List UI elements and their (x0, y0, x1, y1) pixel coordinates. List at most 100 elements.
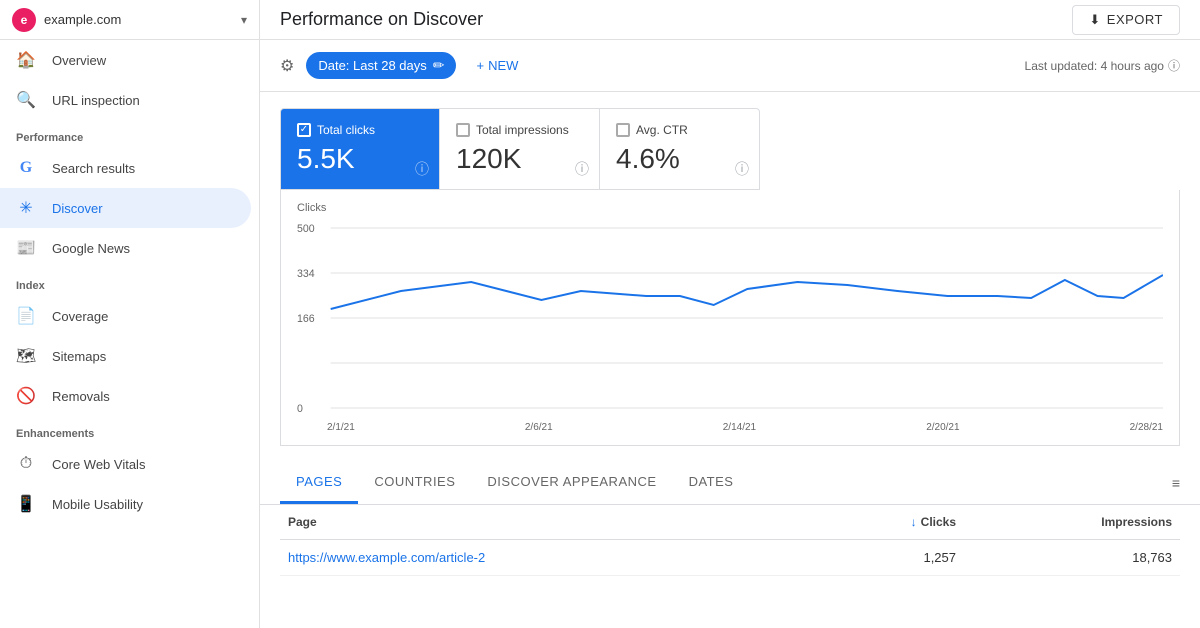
data-table: Page ↓Clicks Impressions https://www.exa… (280, 505, 1180, 576)
stat-value-ctr: 4.6% (616, 143, 743, 175)
sidebar-item-label: Discover (52, 201, 103, 216)
chart-x-labels: 2/1/21 2/6/21 2/14/21 2/20/21 2/28/21 (297, 422, 1163, 433)
stat-card-total-clicks[interactable]: Total clicks 5.5K ⓘ (280, 108, 440, 190)
column-header-clicks[interactable]: ↓Clicks (811, 505, 964, 540)
section-label-enhancements: Enhancements (0, 416, 259, 444)
sidebar-item-label: Core Web Vitals (52, 457, 145, 472)
table-header-row: Page ↓Clicks Impressions (280, 505, 1180, 540)
chart-container: 500 334 166 0 (297, 218, 1163, 418)
cell-page[interactable]: https://www.example.com/article-2 (280, 540, 811, 576)
stat-label: Total impressions (476, 123, 569, 137)
home-icon: 🏠 (16, 50, 36, 70)
section-label-index: Index (0, 268, 259, 296)
sidebar-item-label: Search results (52, 161, 135, 176)
filter-icon[interactable]: ⚙ (280, 56, 294, 76)
svg-text:500: 500 (297, 223, 315, 235)
sidebar-item-discover[interactable]: ✳ Discover (0, 188, 251, 228)
stat-help-icon-clicks[interactable]: ⓘ (415, 159, 429, 179)
stat-value-impressions: 120K (456, 143, 583, 175)
sidebar-item-search-results[interactable]: G Search results (0, 148, 251, 188)
table-body: https://www.example.com/article-2 1,257 … (280, 540, 1180, 576)
stat-checkbox-impressions[interactable] (456, 123, 470, 137)
column-header-impressions[interactable]: Impressions (964, 505, 1180, 540)
sidebar-item-overview[interactable]: 🏠 Overview (0, 40, 251, 80)
sidebar-item-label: Google News (52, 241, 130, 256)
section-label-performance: Performance (0, 120, 259, 148)
stat-value-clicks: 5.5K (297, 143, 423, 175)
export-icon: ⬇ (1089, 12, 1100, 28)
sitemaps-icon: 🗺 (16, 346, 36, 366)
site-name: example.com (44, 12, 241, 27)
sidebar-item-label: URL inspection (52, 93, 140, 108)
chart-y-label: Clicks (297, 202, 1163, 214)
filter-bar: ⚙ Date: Last 28 days ✏ + NEW Last update… (260, 40, 1200, 92)
svg-text:0: 0 (297, 403, 303, 415)
stat-checkbox-clicks[interactable] (297, 123, 311, 137)
chart-x-label: 2/1/21 (327, 422, 355, 433)
sidebar-item-label: Sitemaps (52, 349, 106, 364)
chart-x-label: 2/28/21 (1130, 422, 1163, 433)
new-filter-button[interactable]: + NEW (468, 54, 526, 77)
stats-row: Total clicks 5.5K ⓘ Total impressions 12… (260, 92, 1200, 190)
stat-help-icon-ctr[interactable]: ⓘ (735, 159, 749, 179)
google-icon: G (16, 158, 36, 178)
table-row: https://www.example.com/article-2 1,257 … (280, 540, 1180, 576)
sidebar-item-removals[interactable]: 🚫 Removals (0, 376, 251, 416)
chart-svg: 500 334 166 0 (297, 218, 1163, 418)
coverage-icon: 📄 (16, 306, 36, 326)
svg-text:166: 166 (297, 313, 315, 325)
sidebar-item-label: Overview (52, 53, 106, 68)
news-icon: 📰 (16, 238, 36, 258)
sidebar-item-sitemaps[interactable]: 🗺 Sitemaps (0, 336, 251, 376)
sidebar-item-google-news[interactable]: 📰 Google News (0, 228, 251, 268)
tab-discover-appearance[interactable]: DISCOVER APPEARANCE (471, 462, 672, 504)
sidebar-header[interactable]: e example.com ▾ (0, 0, 259, 40)
scroll-content: Total clicks 5.5K ⓘ Total impressions 12… (260, 92, 1200, 628)
main-content: Performance on Discover ⬇ EXPORT ⚙ Date:… (260, 0, 1200, 628)
sort-icon[interactable]: ≡ (1172, 475, 1180, 491)
sidebar-item-label: Removals (52, 389, 110, 404)
sidebar-item-mobile-usability[interactable]: 📱 Mobile Usability (0, 484, 251, 524)
last-updated-text: Last updated: 4 hours ago ⓘ (1025, 57, 1180, 74)
table-area: Page ↓Clicks Impressions https://www.exa… (260, 505, 1200, 628)
tab-pages[interactable]: PAGES (280, 462, 358, 504)
discover-icon: ✳ (16, 198, 36, 218)
removals-icon: 🚫 (16, 386, 36, 406)
stat-help-icon-impressions[interactable]: ⓘ (575, 159, 589, 179)
edit-icon: ✏ (433, 57, 445, 74)
site-avatar: e (12, 8, 36, 32)
search-icon: 🔍 (16, 90, 36, 110)
sidebar-item-label: Mobile Usability (52, 497, 143, 512)
mobile-icon: 📱 (16, 494, 36, 514)
sidebar-item-coverage[interactable]: 📄 Coverage (0, 296, 251, 336)
plus-icon: + (476, 58, 484, 73)
stat-checkbox-ctr[interactable] (616, 123, 630, 137)
export-button[interactable]: ⬇ EXPORT (1072, 5, 1180, 35)
page-title: Performance on Discover (280, 9, 483, 30)
cell-clicks: 1,257 (811, 540, 964, 576)
tabs-bar: PAGES COUNTRIES DISCOVER APPEARANCE DATE… (260, 462, 1200, 505)
main-header: Performance on Discover ⬇ EXPORT (260, 0, 1200, 40)
core-web-vitals-icon: ⏱ (16, 454, 36, 474)
sidebar-item-url-inspection[interactable]: 🔍 URL inspection (0, 80, 251, 120)
chart-x-label: 2/14/21 (723, 422, 756, 433)
cell-impressions: 18,763 (964, 540, 1180, 576)
help-icon[interactable]: ⓘ (1168, 57, 1180, 74)
column-header-page[interactable]: Page (280, 505, 811, 540)
site-dropdown-icon[interactable]: ▾ (241, 13, 247, 27)
chart-x-label: 2/20/21 (926, 422, 959, 433)
sidebar-item-core-web-vitals[interactable]: ⏱ Core Web Vitals (0, 444, 251, 484)
chart-x-label: 2/6/21 (525, 422, 553, 433)
tab-dates[interactable]: DATES (673, 462, 750, 504)
sidebar-item-label: Coverage (52, 309, 108, 324)
stat-label: Total clicks (317, 123, 375, 137)
sidebar: e example.com ▾ 🏠 Overview 🔍 URL inspect… (0, 0, 260, 628)
date-filter-label: Date: Last 28 days (318, 58, 426, 73)
stat-label: Avg. CTR (636, 123, 688, 137)
date-filter-chip[interactable]: Date: Last 28 days ✏ (306, 52, 456, 79)
stat-card-avg-ctr[interactable]: Avg. CTR 4.6% ⓘ (600, 108, 760, 190)
svg-text:334: 334 (297, 268, 315, 280)
chart-area: Clicks 500 334 166 0 (280, 190, 1180, 446)
stat-card-total-impressions[interactable]: Total impressions 120K ⓘ (440, 108, 600, 190)
tab-countries[interactable]: COUNTRIES (358, 462, 471, 504)
